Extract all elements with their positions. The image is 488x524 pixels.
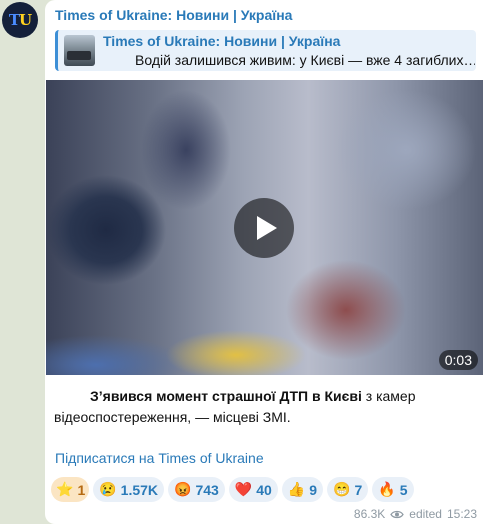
video-duration: 0:03 bbox=[438, 350, 478, 370]
reaction-grin[interactable]: 😁 7 bbox=[327, 477, 369, 502]
caption-bold: З’явився момент страшної ДТП в Києві bbox=[90, 388, 362, 404]
reaction-heart[interactable]: ❤️ 40 bbox=[228, 477, 278, 502]
subscribe-link[interactable]: Підписатися на Times of Ukraine bbox=[55, 450, 264, 466]
avatar-letter-u: U bbox=[19, 11, 32, 29]
message-bubble: Times of Ukraine: Новини | Україна Times… bbox=[45, 0, 488, 524]
reply-title: Times of Ukraine: Новини | Україна bbox=[103, 33, 341, 49]
grinning-face-icon: 😁 bbox=[333, 481, 351, 497]
reply-preview[interactable]: Times of Ukraine: Новини | Україна Водій… bbox=[55, 30, 476, 71]
eye-icon bbox=[390, 510, 404, 518]
reaction-count: 5 bbox=[399, 481, 408, 498]
view-count: 86.3K bbox=[353, 507, 386, 521]
crying-face-icon: 😢 bbox=[99, 481, 117, 497]
reaction-count: 7 bbox=[354, 481, 363, 498]
channel-avatar[interactable]: TU bbox=[2, 2, 38, 38]
sender-name[interactable]: Times of Ukraine: Новини | Україна bbox=[55, 7, 292, 23]
reaction-count: 1.57K bbox=[120, 481, 159, 498]
reply-text: Водій залишився живим: у Києві — вже 4 з… bbox=[135, 52, 475, 68]
video-thumbnail[interactable]: 0:03 bbox=[46, 80, 483, 375]
reply-thumbnail bbox=[64, 35, 95, 66]
avatar-letter-t: T bbox=[8, 11, 20, 29]
reaction-count: 9 bbox=[309, 481, 318, 498]
edited-label: edited bbox=[409, 507, 442, 521]
thumbs-up-icon: 👍 bbox=[287, 481, 306, 497]
star-icon: ⭐ bbox=[56, 481, 74, 497]
reaction-count: 743 bbox=[195, 481, 219, 498]
reaction-fire[interactable]: 🔥 5 bbox=[372, 477, 414, 502]
reaction-angry[interactable]: 😡 743 bbox=[168, 477, 225, 502]
reaction-star[interactable]: ⭐ 1 bbox=[51, 477, 90, 502]
fire-icon: 🔥 bbox=[378, 481, 396, 497]
reaction-thumbs-up[interactable]: 👍 9 bbox=[281, 477, 324, 502]
reaction-count: 1 bbox=[77, 481, 86, 498]
angry-face-icon: 😡 bbox=[174, 481, 192, 497]
message-time: 15:23 bbox=[446, 507, 477, 521]
message-caption: З’явився момент страшної ДТП в Києві з к… bbox=[54, 386, 474, 428]
heart-icon: ❤️ bbox=[234, 481, 253, 497]
reactions-bar: ⭐ 1 😢 1.57K 😡 743 ❤️ 40 👍 9 😁 7 🔥 5 bbox=[51, 477, 414, 502]
reaction-count: 40 bbox=[256, 481, 272, 498]
play-icon[interactable] bbox=[234, 198, 294, 258]
reaction-crying[interactable]: 😢 1.57K bbox=[93, 477, 165, 502]
message-footer: 86.3K edited 15:23 bbox=[354, 507, 477, 521]
